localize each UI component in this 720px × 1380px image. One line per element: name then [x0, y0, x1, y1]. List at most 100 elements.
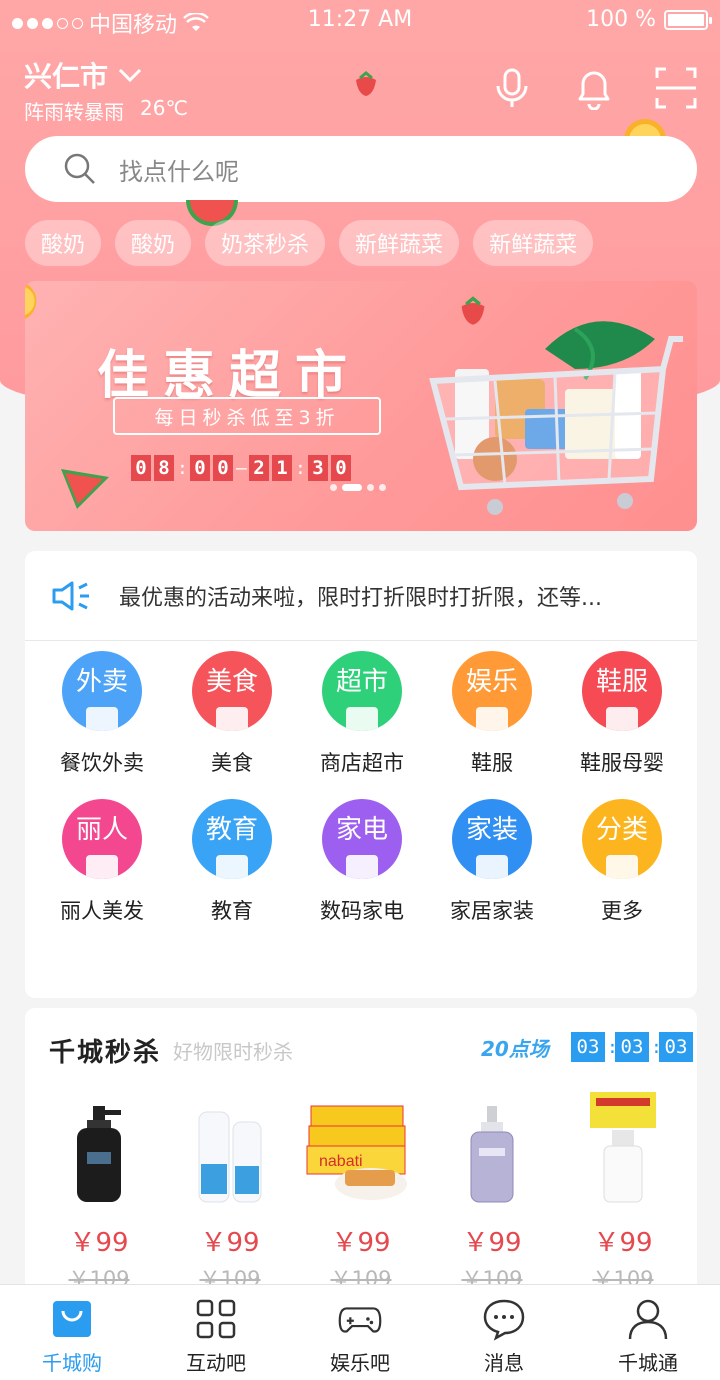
category-supermarket[interactable]: 超市 商店超市	[297, 651, 427, 777]
watermelon-icon	[61, 469, 109, 509]
category-takeout[interactable]: 外卖 餐饮外卖	[37, 651, 167, 777]
product-price: ￥99	[593, 1228, 653, 1258]
category-label: 鞋服	[471, 751, 513, 775]
strawberry-icon	[356, 71, 376, 96]
tab-fun[interactable]: 娱乐吧	[288, 1285, 432, 1380]
category-label: 商店超市	[320, 751, 404, 775]
product-price: ￥99	[462, 1228, 522, 1258]
chevron-down-icon	[118, 68, 142, 83]
banner-timer: 0 8 : 0 0 – 2 1 : 3 0	[131, 455, 351, 481]
category-food[interactable]: 美食 美食	[167, 651, 297, 777]
search-placeholder: 找点什么呢	[119, 157, 239, 186]
category-icon: 分类	[582, 799, 662, 879]
bell-icon[interactable]	[572, 66, 616, 111]
tab-label: 娱乐吧	[330, 1351, 390, 1375]
category-label: 家居家装	[450, 899, 534, 923]
weather: 阵雨转暴雨 26℃	[24, 96, 188, 125]
flash-sale-round: 20点场	[481, 1037, 549, 1061]
product-item[interactable]: ￥99 ￥109	[432, 1078, 552, 1293]
pager-dot[interactable]	[379, 484, 386, 491]
serum-bottle	[434, 1078, 550, 1204]
category-card: 最优惠的活动来啦，限时打折限时打折限，还等... 外卖餐饮外卖 美食 美食 超市商…	[25, 551, 697, 998]
spray-bottles	[172, 1078, 288, 1204]
tab-messages[interactable]: 消息	[432, 1285, 576, 1380]
category-icon: 外卖	[62, 651, 142, 731]
scan-icon[interactable]	[654, 66, 698, 110]
promo-banner[interactable]: 佳惠超市 每日秒杀低至3折 0 8 : 0 0 – 2 1 : 3 0	[25, 281, 697, 531]
pager-dot[interactable]	[330, 484, 337, 491]
product-item[interactable]: nabati ￥99 ￥109	[301, 1078, 421, 1293]
tab-label: 互动吧	[186, 1351, 246, 1375]
speaker-icon	[52, 581, 89, 610]
category-education[interactable]: 教育 教育	[167, 799, 297, 925]
category-label: 数码家电	[320, 899, 404, 923]
search-icon	[64, 153, 95, 184]
gamepad-icon	[338, 1307, 382, 1333]
product-price: ￥99	[331, 1228, 391, 1258]
timer-hours: 03	[571, 1032, 605, 1062]
category-icon: 超市	[322, 651, 402, 731]
shopping-cart-icon	[429, 321, 683, 515]
microphone-icon[interactable]	[490, 66, 534, 110]
product-item[interactable]: ￥99 ￥109	[170, 1078, 290, 1293]
lotion-bottle	[565, 1078, 681, 1204]
search-bar[interactable]: 找点什么呢	[25, 136, 697, 202]
home-screen: 中国移动 11:27 AM 100 % 兴仁市 阵雨转暴雨 26℃ 找点什么呢	[0, 0, 720, 1380]
category-label: 更多	[601, 899, 643, 923]
tab-profile[interactable]: 千城通	[576, 1285, 720, 1380]
tab-shop[interactable]: 千城购	[0, 1285, 144, 1380]
city-selector[interactable]: 兴仁市	[24, 55, 142, 95]
category-label: 餐饮外卖	[60, 751, 144, 775]
body-wash-bottle	[41, 1078, 157, 1204]
flash-sale-card: 千城秒杀 好物限时秒杀 20点场 03: 03: 03 ￥99 ￥109 ￥99…	[25, 1008, 697, 1298]
product-price: ￥99	[200, 1228, 260, 1258]
tab-label: 消息	[484, 1351, 524, 1375]
notice-bar[interactable]: 最优惠的活动来啦，限时打折限时打折限，还等...	[25, 551, 697, 641]
tab-interact[interactable]: 互动吧	[144, 1285, 288, 1380]
city-name: 兴仁市	[24, 60, 109, 93]
timer-digit: 8	[154, 455, 174, 481]
category-appliances[interactable]: 家电 数码家电	[297, 799, 427, 925]
category-icon: 家装	[452, 799, 532, 879]
category-label: 鞋服母婴	[580, 751, 664, 775]
timer-digit: 0	[213, 455, 233, 481]
category-entertainment[interactable]: 娱乐 鞋服	[427, 651, 557, 777]
category-icon: 家电	[322, 799, 402, 879]
timer-digit: 2	[249, 455, 269, 481]
category-icon: 丽人	[62, 799, 142, 879]
category-label: 教育	[211, 899, 253, 923]
battery: 100 %	[586, 7, 712, 32]
category-icon: 娱乐	[452, 651, 532, 731]
flash-sale-timer: 03: 03: 03	[571, 1032, 693, 1062]
orange-slice-icon	[25, 283, 37, 319]
tag-chip[interactable]: 酸奶	[115, 220, 192, 266]
shopping-bag-icon	[53, 1301, 91, 1337]
category-beauty[interactable]: 丽人 丽人美发	[37, 799, 167, 925]
category-apparel[interactable]: 鞋服 鞋服母婴	[557, 651, 687, 777]
product-list: ￥99 ￥109 ￥99 ￥109 nabati ￥99 ￥109 ￥99 ￥1…	[25, 1078, 697, 1293]
notice-text: 最优惠的活动来啦，限时打折限时打折限，还等...	[119, 585, 602, 611]
pager-dot[interactable]	[367, 484, 374, 491]
flash-sale-subtitle: 好物限时秒杀	[173, 1040, 293, 1064]
pager-dot[interactable]	[342, 484, 362, 491]
timer-minutes: 03	[615, 1032, 649, 1062]
battery-percent: 100 %	[586, 7, 656, 32]
tag-chip[interactable]: 奶茶秒杀	[205, 220, 326, 266]
timer-digit: 3	[308, 455, 328, 481]
category-icon: 鞋服	[582, 651, 662, 731]
temperature: 26℃	[140, 96, 188, 120]
chat-bubble-icon	[483, 1299, 525, 1341]
category-grid: 外卖 餐饮外卖 美食 美食 超市 商店超市 娱乐 鞋服 鞋服 鞋服母婴 丽人 丽人美发 教育…	[25, 651, 697, 925]
category-home[interactable]: 家装 家居家装	[427, 799, 557, 925]
tab-bar: 千城购 互动吧 娱乐吧 消息 千城通	[0, 1284, 720, 1380]
timer-digit: 0	[190, 455, 210, 481]
category-more[interactable]: 分类 更多	[557, 799, 687, 925]
tag-chip[interactable]: 新鲜蔬菜	[473, 220, 594, 266]
timer-digit: 0	[331, 455, 351, 481]
product-item[interactable]: ￥99 ￥109	[563, 1078, 683, 1293]
svg-text:nabati: nabati	[319, 1153, 363, 1170]
tag-chip[interactable]: 新鲜蔬菜	[339, 220, 460, 266]
product-item[interactable]: ￥99 ￥109	[39, 1078, 159, 1293]
product-price: ￥99	[69, 1228, 129, 1258]
tag-chip[interactable]: 酸奶	[25, 220, 102, 266]
